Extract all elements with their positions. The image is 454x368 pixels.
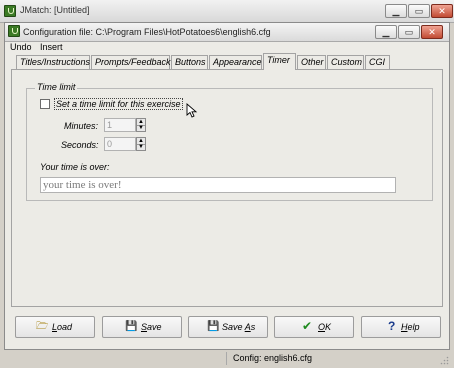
outer-maximize-button[interactable]: ▭ [408, 4, 430, 18]
status-bar: Config: english6.cfg [4, 351, 450, 366]
outer-window-title: JMatch: [Untitled] [20, 5, 90, 15]
checkmark-icon: ✔ [302, 319, 313, 333]
disk-icon: 💾 [125, 321, 138, 332]
time-over-input[interactable]: your time is over! [40, 177, 396, 193]
menu-insert[interactable]: Insert [40, 42, 63, 52]
outer-title-bar[interactable]: JMatch: [Untitled] ▁ ▭ ✕ [0, 0, 454, 23]
help-button[interactable]: ? Help [361, 316, 441, 338]
time-over-label: Your time is over: [40, 162, 110, 172]
save-button[interactable]: 💾 Save [102, 316, 182, 338]
dialog-title: Configuration file: C:\Program Files\Hot… [23, 27, 271, 37]
outer-minimize-button[interactable]: ▁ [385, 4, 407, 18]
tab-titles-instructions[interactable]: Titles/Instructions [16, 55, 90, 69]
seconds-spinner[interactable]: ▲ ▼ [136, 137, 146, 151]
spin-down-icon[interactable]: ▼ [137, 125, 145, 131]
minutes-input[interactable]: 1 [104, 118, 136, 132]
tab-prompts-feedback[interactable]: Prompts/Feedback [91, 55, 171, 69]
seconds-label: Seconds: [61, 140, 99, 150]
status-text: Config: english6.cfg [226, 352, 413, 365]
outer-close-button[interactable]: ✕ [431, 4, 453, 18]
dialog-icon [8, 25, 20, 37]
tab-timer[interactable]: Timer [263, 53, 296, 70]
resize-grip-icon[interactable] [440, 356, 449, 365]
load-button[interactable]: 🗁 Load [15, 316, 95, 338]
disk-icon: 💾 [207, 321, 220, 332]
spin-down-icon[interactable]: ▼ [137, 144, 145, 150]
seconds-input[interactable]: 0 [104, 137, 136, 151]
save-button-label: Save [141, 322, 162, 332]
minutes-label: Minutes: [64, 121, 99, 131]
menu-bar: Undo Insert [5, 41, 449, 54]
save-as-button-label: Save As [222, 322, 256, 332]
dialog-close-button[interactable]: ✕ [421, 25, 443, 39]
dialog-minimize-button[interactable]: ▁ [375, 25, 397, 39]
folder-icon: 🗁 [36, 321, 49, 332]
dialog-maximize-button[interactable]: ▭ [398, 25, 420, 39]
time-limit-group-title: Time limit [35, 82, 78, 92]
menu-undo[interactable]: Undo [10, 42, 32, 52]
tab-buttons[interactable]: Buttons [171, 55, 208, 69]
config-dialog: Configuration file: C:\Program Files\Hot… [4, 22, 450, 350]
time-limit-checkbox[interactable] [40, 99, 50, 109]
tab-appearance[interactable]: Appearance [209, 55, 262, 69]
mouse-cursor-icon [186, 103, 198, 118]
time-limit-checkbox-label[interactable]: Set a time limit for this exercise [54, 98, 183, 110]
ok-button-label: OK [318, 322, 332, 332]
minutes-spinner[interactable]: ▲ ▼ [136, 118, 146, 132]
dialog-title-bar[interactable]: Configuration file: C:\Program Files\Hot… [5, 23, 449, 42]
app-icon [4, 5, 16, 17]
help-icon: ? [388, 319, 396, 333]
ok-button[interactable]: ✔ OK [274, 316, 354, 338]
help-button-label: Help [401, 322, 420, 332]
save-as-button[interactable]: 💾 Save As [188, 316, 268, 338]
tab-cgi[interactable]: CGI [365, 55, 390, 69]
tab-other[interactable]: Other [297, 55, 326, 69]
load-button-label: Load [52, 322, 73, 332]
tab-custom[interactable]: Custom [327, 55, 364, 69]
